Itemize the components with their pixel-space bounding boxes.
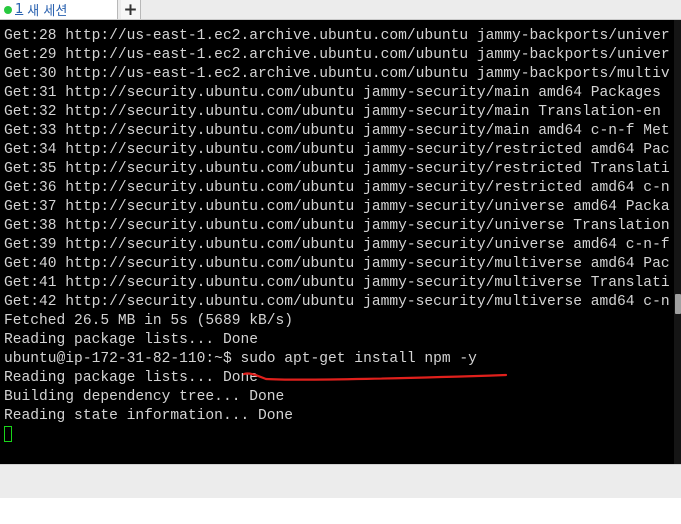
tab-session-1[interactable]: 1 새 세션 [0, 0, 118, 19]
terminal-line: Get:32 http://security.ubuntu.com/ubuntu… [4, 104, 661, 120]
terminal-line: Get:39 http://security.ubuntu.com/ubuntu… [4, 237, 670, 253]
terminal-line: Get:33 http://security.ubuntu.com/ubuntu… [4, 123, 670, 139]
terminal-line: Get:34 http://security.ubuntu.com/ubuntu… [4, 142, 670, 158]
status-bar [0, 464, 681, 498]
terminal-line: Fetched 26.5 MB in 5s (5689 kB/s) [4, 313, 294, 329]
terminal-line: Building dependency tree... Done [4, 389, 285, 405]
terminal-line: Get:36 http://security.ubuntu.com/ubuntu… [4, 180, 670, 196]
terminal-line: Get:42 http://security.ubuntu.com/ubuntu… [4, 294, 670, 310]
terminal-window[interactable]: Get:28 http://us-east-1.ec2.archive.ubun… [0, 20, 681, 464]
command-line: ubuntu@ip-172-31-82-110:~$ sudo apt-get … [4, 351, 477, 367]
terminal-line: Get:31 http://security.ubuntu.com/ubuntu… [4, 85, 661, 101]
terminal-line: Reading state information... Done [4, 408, 294, 424]
terminal-scrollbar[interactable] [674, 20, 681, 464]
add-tab-button[interactable]: + [121, 0, 141, 20]
terminal-output: Get:28 http://us-east-1.ec2.archive.ubun… [4, 27, 680, 445]
status-dot-icon [4, 5, 12, 14]
terminal-line: Get:29 http://us-east-1.ec2.archive.ubun… [4, 47, 670, 63]
scrollbar-thumb[interactable] [675, 294, 681, 314]
terminal-line: Get:30 http://us-east-1.ec2.archive.ubun… [4, 66, 670, 82]
terminal-line: Get:28 http://us-east-1.ec2.archive.ubun… [4, 28, 670, 44]
terminal-line: Reading package lists... Done [4, 332, 258, 348]
terminal-line: Get:35 http://security.ubuntu.com/ubuntu… [4, 161, 670, 177]
terminal-cursor [4, 426, 12, 442]
prompt-line[interactable] [4, 426, 680, 445]
plus-icon: + [123, 0, 138, 20]
terminal-line: Reading package lists... Done [4, 370, 258, 386]
terminal-line: Get:38 http://security.ubuntu.com/ubuntu… [4, 218, 670, 234]
tab-number: 1 [15, 2, 24, 17]
tab-bar: 1 새 세션 + [0, 0, 681, 20]
tab-title: 새 세션 [27, 4, 68, 19]
terminal-line: Get:40 http://security.ubuntu.com/ubuntu… [4, 256, 670, 272]
terminal-line: Get:41 http://security.ubuntu.com/ubuntu… [4, 275, 670, 291]
terminal-line: Get:37 http://security.ubuntu.com/ubuntu… [4, 199, 670, 215]
